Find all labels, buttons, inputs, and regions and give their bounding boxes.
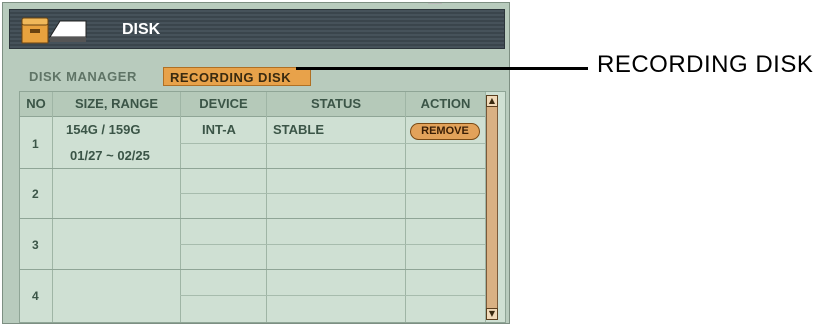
disk-panel: DISK DISK MANAGER RECORDING DISK NO SIZE… xyxy=(2,2,510,324)
subrow-divider xyxy=(180,244,485,245)
scrollbar[interactable] xyxy=(486,95,498,320)
column-header-status: STATUS xyxy=(267,92,405,117)
column-divider xyxy=(266,92,267,322)
callout-label: RECORDING DISK xyxy=(597,51,814,78)
decorative-tick xyxy=(428,3,442,4)
column-header-device: DEVICE xyxy=(181,92,266,117)
disk-size: 154G / 159G xyxy=(66,122,141,137)
subrow-divider xyxy=(180,143,485,144)
disk-device: INT-A xyxy=(202,122,236,137)
window-title: DISK xyxy=(122,21,161,38)
disk-range: 01/27 ~ 02/25 xyxy=(70,148,150,163)
subrow-divider xyxy=(180,295,485,296)
column-divider xyxy=(405,92,406,322)
column-header-action: ACTION xyxy=(406,92,485,117)
title-bar: DISK xyxy=(9,9,505,49)
row-divider xyxy=(20,218,485,219)
column-divider xyxy=(180,92,181,322)
row-number: 2 xyxy=(32,187,39,201)
row-divider xyxy=(20,269,485,270)
hdd-icon xyxy=(21,17,87,44)
row-divider xyxy=(20,168,485,169)
subrow-divider xyxy=(180,193,485,194)
row-number: 4 xyxy=(32,289,39,303)
scroll-up-icon[interactable]: ▲ xyxy=(486,95,498,107)
callout-leader-line xyxy=(296,67,588,70)
disk-status: STABLE xyxy=(273,122,325,137)
tab-disk-manager[interactable]: DISK MANAGER xyxy=(29,67,137,86)
column-divider xyxy=(52,92,53,322)
row-number: 1 xyxy=(32,137,39,151)
tab-recording-disk[interactable]: RECORDING DISK xyxy=(163,67,311,86)
column-header-size-range: SIZE, RANGE xyxy=(53,92,180,117)
column-header-no: NO xyxy=(20,92,52,117)
remove-button[interactable]: REMOVE xyxy=(410,123,480,140)
disk-table: NO SIZE, RANGE DEVICE STATUS ACTION 1 15… xyxy=(19,91,506,323)
row-number: 3 xyxy=(32,238,39,252)
scroll-down-icon[interactable]: ▼ xyxy=(486,308,498,320)
